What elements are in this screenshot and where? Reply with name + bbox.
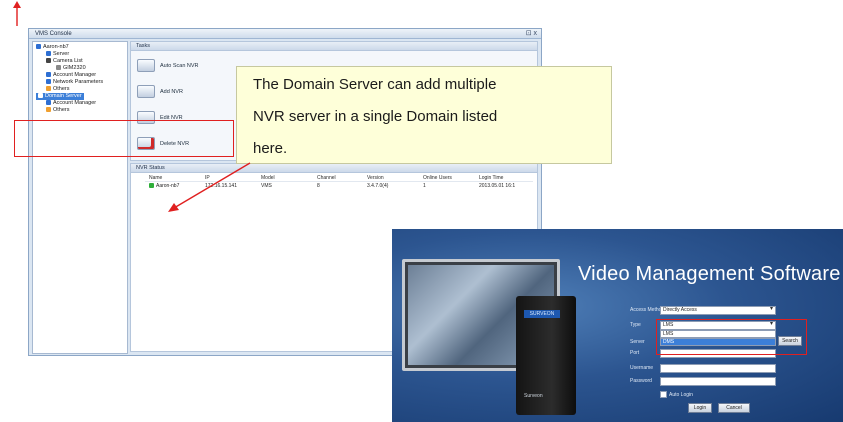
pointer-arrow-to-status xyxy=(168,162,251,212)
vms-title: Video Management Software xyxy=(578,263,841,285)
col-login-time[interactable]: Login Time xyxy=(475,174,533,182)
callout-line-1: The Domain Server can add multiple xyxy=(253,76,497,93)
tree-node-aaron[interactable]: Aaron-nb7 xyxy=(36,44,69,51)
pointer-arrow-up xyxy=(13,1,21,26)
camera-list-icon xyxy=(46,58,51,64)
window-controls[interactable]: ⊡ x xyxy=(526,29,537,39)
tree-node-gim2320[interactable]: GIM2320 xyxy=(56,65,86,72)
others-icon xyxy=(46,86,51,92)
domain-icon xyxy=(36,44,41,50)
status-ok-icon xyxy=(149,182,154,188)
task-add-nvr[interactable]: Add NVR xyxy=(137,85,183,103)
col-online-users[interactable]: Online Users xyxy=(419,174,475,182)
callout-line-2: NVR server in a single Domain listed xyxy=(253,108,498,125)
auto-login-checkbox[interactable]: Auto Login xyxy=(660,391,693,398)
tree-node-others[interactable]: Others xyxy=(46,86,70,93)
login-button[interactable]: Login xyxy=(688,403,712,413)
console-title: VMS Console xyxy=(35,31,72,37)
cell-online-users: 1 xyxy=(423,182,426,189)
tree-node-domain-others[interactable]: Others xyxy=(46,107,70,114)
col-channel[interactable]: Channel xyxy=(313,174,363,182)
checkbox-icon xyxy=(660,391,667,398)
tree-node-network-parameters[interactable]: Network Parameters xyxy=(46,79,103,86)
access-method-select[interactable]: Directly Access xyxy=(660,306,776,315)
cell-login-time: 2013.05.01 16:1 xyxy=(479,182,516,189)
cell-channel: 8 xyxy=(317,182,320,189)
cell-model: VMS xyxy=(261,182,272,189)
tasks-header: Tasks xyxy=(131,42,537,51)
auto-scan-icon xyxy=(137,59,155,72)
port-label: Port xyxy=(630,350,640,356)
tree-node-domain-account-manager[interactable]: Account Manager xyxy=(46,100,96,107)
annotation-callout: The Domain Server can add multiple NVR s… xyxy=(236,66,612,164)
col-version[interactable]: Version xyxy=(363,174,419,182)
domain-server-highlight-box xyxy=(14,120,234,157)
add-nvr-icon xyxy=(137,85,155,98)
server-icon xyxy=(46,51,51,57)
type-label: Type xyxy=(630,322,641,328)
others-icon xyxy=(46,107,51,113)
username-label: Username xyxy=(630,365,654,371)
tree-node-server[interactable]: Server xyxy=(46,51,69,58)
password-input[interactable] xyxy=(660,377,776,386)
device-brand: Surveon xyxy=(524,393,543,399)
tree-node-domain-server[interactable]: Domain Server xyxy=(36,93,84,100)
console-titlebar: VMS Console ⊡ x xyxy=(29,29,541,39)
tree-node-camera-list[interactable]: Camera List xyxy=(46,58,83,65)
camera-icon xyxy=(56,65,61,71)
type-server-highlight-box xyxy=(656,319,807,355)
cell-version: 3.4.7.0(4) xyxy=(367,182,389,189)
server-label: Server xyxy=(630,339,645,345)
account-icon xyxy=(46,100,51,106)
task-auto-scan-nvr[interactable]: Auto Scan NVR xyxy=(137,59,199,77)
callout-line-3: here. xyxy=(253,140,288,157)
username-input[interactable] xyxy=(660,364,776,373)
account-icon xyxy=(46,72,51,78)
col-model[interactable]: Model xyxy=(257,174,313,182)
password-label: Password xyxy=(630,378,652,384)
network-icon xyxy=(46,79,51,85)
tree-node-account-manager[interactable]: Account Manager xyxy=(46,72,96,79)
cancel-button[interactable]: Cancel xyxy=(718,403,750,413)
device-lcd: SURVEON xyxy=(524,310,560,318)
domain-server-icon xyxy=(38,93,43,99)
nvr-device-image: SURVEON Surveon xyxy=(516,296,576,415)
console-tree-panel: Aaron-nb7 Server Camera List GIM2320 Acc… xyxy=(32,41,128,354)
